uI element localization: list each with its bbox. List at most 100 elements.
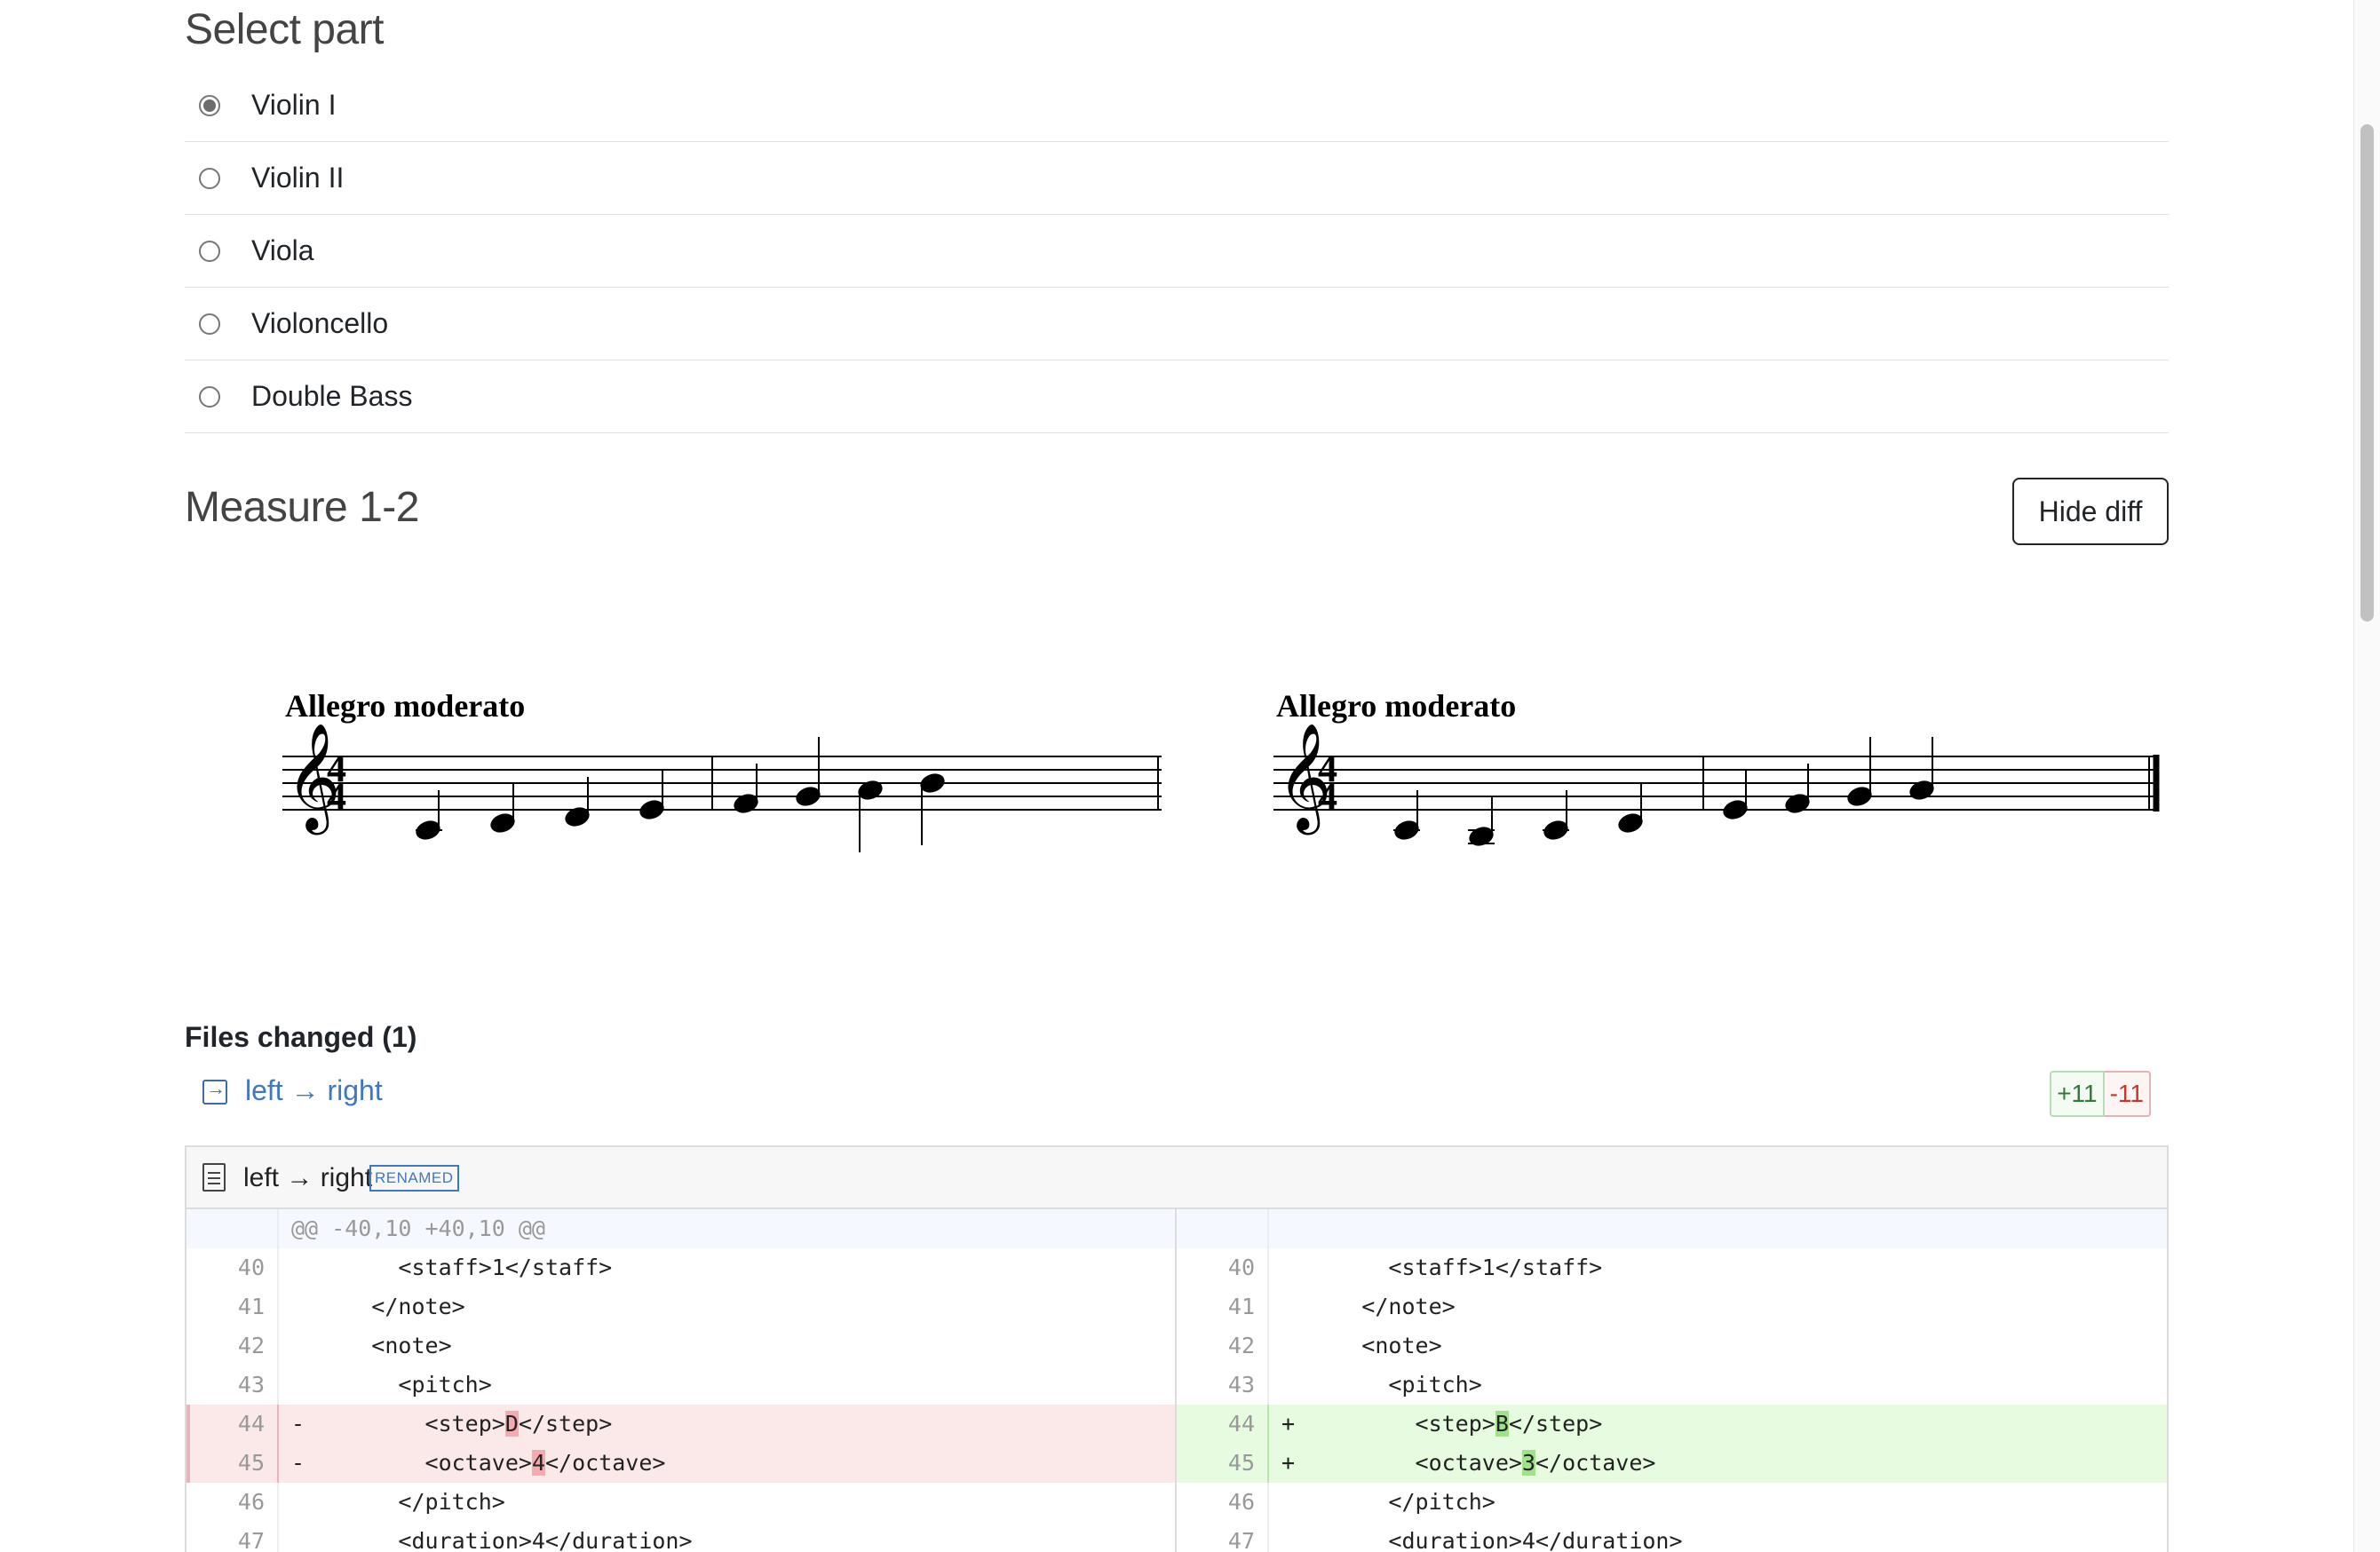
changed-token: 3	[1521, 1450, 1535, 1476]
code-line: <pitch>	[1281, 1372, 1482, 1398]
hunk-header: @@ -40,10 +40,10 @@	[279, 1209, 1175, 1248]
code-line: <staff>1</staff>	[1281, 1255, 1603, 1280]
code-text: <octave>	[291, 1450, 532, 1476]
diff-header: left → right RENAMED	[186, 1147, 2167, 1209]
code-line: <pitch>	[291, 1372, 492, 1398]
deletions-count: -11	[2104, 1071, 2151, 1117]
code-text: <octave>	[1281, 1450, 1522, 1476]
changed-token: 4	[531, 1450, 545, 1476]
diff-row: 44 + <step>B</step>	[1177, 1405, 2167, 1444]
line-number[interactable]: 46	[1177, 1483, 1269, 1522]
part-item-violin-2[interactable]: Violin II	[185, 142, 2169, 215]
hunk-header-row	[1177, 1209, 2167, 1248]
time-signature-bottom: 4	[327, 775, 346, 819]
document-icon	[202, 1163, 226, 1192]
diff-row: 40 <staff>1</staff>	[1177, 1248, 2167, 1287]
part-label: Double Bass	[251, 380, 413, 412]
hunk-header-row: @@ -40,10 +40,10 @@	[186, 1209, 1175, 1248]
diff-row: 46 </pitch>	[1177, 1483, 2167, 1522]
line-number[interactable]: 41	[186, 1287, 279, 1326]
line-number[interactable]: 46	[186, 1483, 279, 1522]
diff-row: 42 <note>	[186, 1326, 1175, 1366]
file-rename-icon[interactable]	[202, 1077, 227, 1105]
line-number[interactable]: 43	[186, 1366, 279, 1405]
diff-row: 45 + <octave>3</octave>	[1177, 1444, 2167, 1483]
notes-measure-2	[1723, 737, 1934, 820]
radio-violoncello[interactable]	[199, 313, 220, 335]
notes-measure-1	[416, 770, 664, 840]
code-text: </step>	[1508, 1411, 1603, 1437]
diff-file-name: left → right	[243, 1163, 373, 1192]
additions-count: +11	[2050, 1071, 2105, 1117]
line-number[interactable]: 47	[186, 1522, 279, 1552]
line-number[interactable]: 40	[186, 1248, 279, 1287]
code-line: <note>	[1281, 1333, 1442, 1358]
radio-violin-2[interactable]	[199, 167, 220, 189]
diff-row: 41 </note>	[186, 1287, 1175, 1326]
page-scrollbar[interactable]	[2353, 0, 2380, 1552]
code-line: - <octave>4</octave>	[279, 1444, 1175, 1483]
code-text: </octave>	[1535, 1450, 1656, 1476]
diff-stats: +11 -11	[2050, 1071, 2151, 1117]
code-line: </note>	[1281, 1294, 1456, 1319]
files-changed-title: Files changed (1)	[185, 1021, 417, 1053]
part-label: Violin I	[251, 89, 337, 121]
diff-left-side: @@ -40,10 +40,10 @@ 40 <staff>1</staff> 4…	[186, 1209, 1177, 1552]
diff-row: 45- <octave>4</octave>	[186, 1444, 1175, 1483]
line-number[interactable]: 44	[186, 1405, 279, 1444]
line-number[interactable]: 45	[1177, 1444, 1269, 1483]
scrollbar-thumb[interactable]	[2360, 124, 2374, 622]
file-link-row: left → right +11 -11	[185, 1071, 2169, 1117]
notes-measure-1	[1393, 783, 1643, 846]
line-number[interactable]: 47	[1177, 1522, 1269, 1552]
line-number[interactable]: 43	[1177, 1366, 1269, 1405]
renamed-badge: RENAMED	[369, 1165, 459, 1192]
line-number	[186, 1209, 279, 1248]
part-label: Violoncello	[251, 307, 389, 339]
radio-double-bass[interactable]	[199, 385, 220, 408]
line-number[interactable]: 42	[1177, 1326, 1269, 1366]
code-line: + <step>B</step>	[1269, 1405, 2167, 1444]
diff-row: 43 <pitch>	[1177, 1366, 2167, 1405]
code-line: </pitch>	[1281, 1489, 1495, 1515]
diff-row: 41 </note>	[1177, 1287, 2167, 1326]
radio-viola[interactable]	[199, 240, 220, 262]
staff-lines	[282, 756, 1162, 811]
code-line: <duration>4</duration>	[291, 1528, 693, 1552]
line-number[interactable]: 42	[186, 1326, 279, 1366]
code-line: <staff>1</staff>	[291, 1255, 613, 1280]
code-line: </pitch>	[291, 1489, 505, 1515]
line-number[interactable]: 45	[186, 1444, 279, 1483]
code-text: </octave>	[545, 1450, 666, 1476]
part-item-double-bass[interactable]: Double Bass	[185, 360, 2169, 433]
diff-row: 43 <pitch>	[186, 1366, 1175, 1405]
code-line: + <octave>3</octave>	[1269, 1444, 2167, 1483]
diff-row: 46 </pitch>	[186, 1483, 1175, 1522]
part-item-viola[interactable]: Viola	[185, 215, 2169, 288]
staff-lines	[1273, 756, 2154, 811]
code-text: <step>	[291, 1411, 505, 1437]
diff-row: 42 <note>	[1177, 1326, 2167, 1366]
file-link[interactable]: left → right	[245, 1074, 383, 1107]
part-label: Viola	[251, 234, 314, 266]
code-line: <duration>4</duration>	[1281, 1528, 1683, 1552]
line-number[interactable]: 44	[1177, 1405, 1269, 1444]
score-left: Allegro moderato 𝄞 4 4	[282, 688, 1162, 852]
diff-row: 44- <step>D</step>	[186, 1405, 1175, 1444]
line-number	[1177, 1209, 1269, 1248]
part-item-violoncello[interactable]: Violoncello	[185, 288, 2169, 360]
time-signature-bottom: 4	[1318, 775, 1337, 819]
select-part-title: Select part	[185, 6, 384, 53]
code-line: - <step>D</step>	[279, 1405, 1175, 1444]
hunk-header-empty	[1269, 1209, 2167, 1248]
part-item-violin-1[interactable]: Violin I	[185, 69, 2169, 142]
diff-row: 47 <duration>4</duration>	[186, 1522, 1175, 1552]
radio-violin-1[interactable]	[199, 94, 220, 116]
diff-right-side: 40 <staff>1</staff> 41 </note> 42 <note> 43…	[1177, 1209, 2167, 1552]
line-number[interactable]: 40	[1177, 1248, 1269, 1287]
measure-title: Measure 1-2	[185, 484, 419, 531]
hide-diff-button[interactable]: Hide diff	[2012, 478, 2169, 545]
tempo-marking: Allegro moderato	[285, 688, 525, 724]
changed-token: B	[1495, 1411, 1509, 1437]
line-number[interactable]: 41	[1177, 1287, 1269, 1326]
